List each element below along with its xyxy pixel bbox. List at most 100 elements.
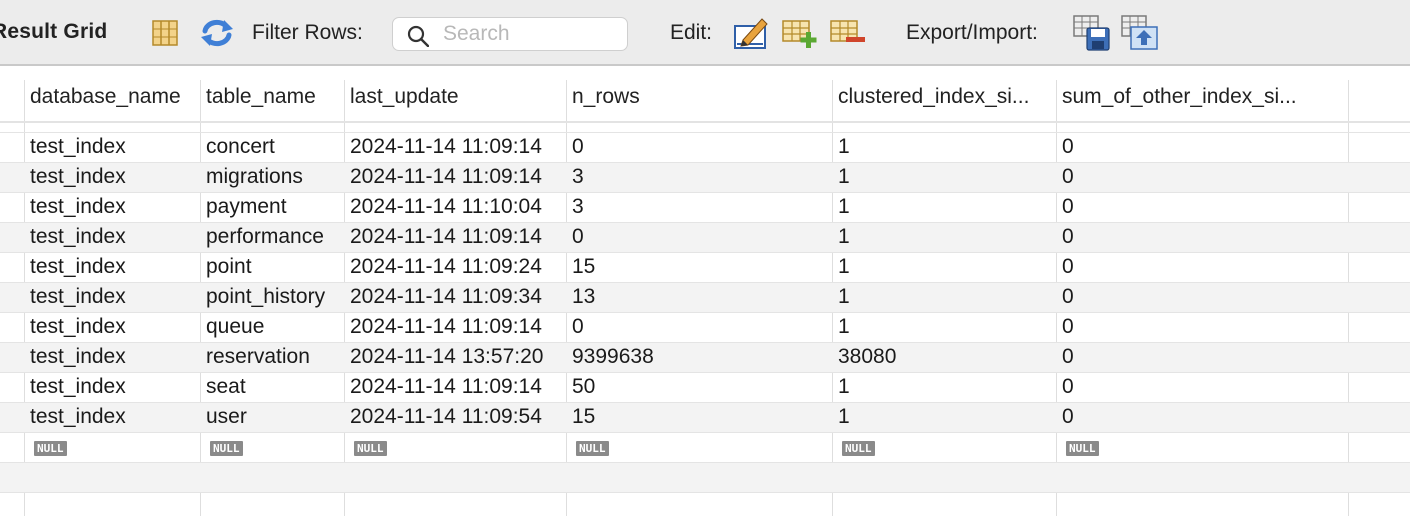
cell-n-rows[interactable]: 9399638 (572, 345, 654, 369)
null-badge: NULL (210, 441, 243, 456)
cell-database-name[interactable]: test_index (30, 255, 126, 279)
cell-n-rows[interactable]: 15 (572, 255, 595, 279)
result-grid-title: Result Grid (0, 20, 108, 43)
cell-table-name[interactable]: payment (206, 195, 287, 219)
cell-n-rows[interactable]: 13 (572, 285, 595, 309)
cell-clustered-index-size[interactable]: 1 (838, 375, 850, 399)
cell-clustered-index-size[interactable]: 38080 (838, 345, 896, 369)
cell-n-rows[interactable]: 0 (572, 135, 584, 159)
cell-table-name[interactable]: user (206, 405, 247, 429)
cell-last-update[interactable]: 2024-11-14 11:09:34 (350, 285, 542, 309)
cell-database-name[interactable]: test_index (30, 135, 126, 159)
null-badge: NULL (354, 441, 387, 456)
cell-database-name[interactable]: test_index (30, 225, 126, 249)
cell-database-name[interactable]: test_index (30, 285, 126, 309)
table-row[interactable]: test_index seat 2024-11-14 11:09:14 50 1 0 (0, 372, 1410, 402)
cell-sum-of-other-index-sizes[interactable]: 0 (1062, 225, 1074, 249)
cell-clustered-index-size[interactable]: 1 (838, 165, 850, 189)
table-row[interactable]: test_index migrations 2024-11-14 11:09:14 3… (0, 162, 1410, 192)
cell-sum-of-other-index-sizes[interactable]: 0 (1062, 315, 1074, 339)
export-save-icon[interactable] (1073, 15, 1111, 51)
add-row-icon[interactable] (782, 19, 818, 49)
cell-last-update[interactable]: 2024-11-14 11:09:54 (350, 405, 542, 429)
cell-last-update[interactable]: 2024-11-14 11:09:14 (350, 165, 542, 189)
cell-last-update[interactable]: 2024-11-14 11:09:24 (350, 255, 542, 279)
cell-sum-of-other-index-sizes[interactable]: 0 (1062, 285, 1074, 309)
refresh-icon[interactable] (200, 18, 234, 48)
cell-table-name[interactable]: performance (206, 225, 324, 249)
cell-table-name[interactable]: seat (206, 375, 246, 399)
cell-table-name[interactable]: point (206, 255, 252, 279)
column-header-sum-of-other-index-sizes[interactable]: sum_of_other_index_si... (1062, 85, 1346, 109)
cell-sum-of-other-index-sizes[interactable]: 0 (1062, 345, 1074, 369)
cell-clustered-index-size[interactable]: 1 (838, 225, 850, 249)
cell-database-name[interactable]: test_index (30, 165, 126, 189)
edit-label: Edit: (670, 21, 713, 44)
cell-table-name[interactable]: concert (206, 135, 275, 159)
cell-clustered-index-size[interactable]: 1 (838, 285, 850, 309)
cell-database-name[interactable]: test_index (30, 195, 126, 219)
delete-row-icon[interactable] (830, 19, 866, 49)
column-header-n-rows[interactable]: n_rows (572, 85, 830, 109)
cell-last-update[interactable]: 2024-11-14 11:09:14 (350, 135, 542, 159)
cell-database-name[interactable]: test_index (30, 375, 126, 399)
cell-clustered-index-size[interactable]: 1 (838, 405, 850, 429)
cell-n-rows[interactable]: 3 (572, 195, 584, 219)
cell-database-name[interactable]: test_index (30, 405, 126, 429)
table-row[interactable]: test_index user 2024-11-14 11:09:54 15 1 0 (0, 402, 1410, 432)
cell-sum-of-other-index-sizes[interactable]: 0 (1062, 135, 1074, 159)
cell-sum-of-other-index-sizes[interactable]: 0 (1062, 195, 1074, 219)
empty-row (0, 462, 1410, 492)
cell-database-name[interactable]: test_index (30, 315, 126, 339)
cell-n-rows[interactable]: 0 (572, 225, 584, 249)
null-badge: NULL (34, 441, 67, 456)
export-import-label: Export/Import: (906, 21, 1038, 44)
cell-sum-of-other-index-sizes[interactable]: 0 (1062, 405, 1074, 429)
table-row[interactable]: test_index point_history 2024-11-14 11:09:… (0, 282, 1410, 312)
cell-last-update[interactable]: 2024-11-14 11:09:14 (350, 225, 542, 249)
filter-search-box[interactable] (392, 17, 628, 51)
cell-clustered-index-size[interactable]: 1 (838, 135, 850, 159)
null-badge: NULL (576, 441, 609, 456)
result-grid: database_name table_name last_update n_r… (0, 66, 1410, 516)
cell-last-update[interactable]: 2024-11-14 11:09:14 (350, 315, 542, 339)
empty-row (0, 492, 1410, 522)
cell-n-rows[interactable]: 3 (572, 165, 584, 189)
cell-table-name[interactable]: reservation (206, 345, 310, 369)
table-row[interactable]: test_index point 2024-11-14 11:09:24 15 1 0 (0, 252, 1410, 282)
cell-table-name[interactable]: migrations (206, 165, 303, 189)
header-divider (0, 121, 1410, 123)
cell-last-update[interactable]: 2024-11-14 11:09:14 (350, 375, 542, 399)
cell-clustered-index-size[interactable]: 1 (838, 255, 850, 279)
cell-database-name[interactable]: test_index (30, 345, 126, 369)
pencil-edit-icon[interactable] (733, 16, 769, 50)
cell-table-name[interactable]: queue (206, 315, 264, 339)
search-icon (407, 25, 429, 47)
table-row[interactable]: test_index payment 2024-11-14 11:10:04 3 1 0 (0, 192, 1410, 222)
search-input[interactable] (443, 22, 613, 46)
column-header-table-name[interactable]: table_name (206, 85, 342, 109)
cell-sum-of-other-index-sizes[interactable]: 0 (1062, 165, 1074, 189)
table-row[interactable]: test_index concert 2024-11-14 11:09:14 0 1 0 (0, 132, 1410, 162)
column-header-database-name[interactable]: database_name (30, 85, 198, 109)
filter-rows-label: Filter Rows: (252, 21, 363, 44)
table-row[interactable]: test_index performance 2024-11-14 11:09:14… (0, 222, 1410, 252)
cell-last-update[interactable]: 2024-11-14 13:57:20 (350, 345, 543, 369)
column-header-last-update[interactable]: last_update (350, 85, 564, 109)
cell-n-rows[interactable]: 0 (572, 315, 584, 339)
column-header-clustered-index-size[interactable]: clustered_index_si... (838, 85, 1054, 109)
result-grid-toolbar: Result Grid Filter Rows: Edit: (0, 0, 1410, 66)
cell-sum-of-other-index-sizes[interactable]: 0 (1062, 375, 1074, 399)
table-row[interactable]: test_index reservation 2024-11-14 13:57:20… (0, 342, 1410, 372)
cell-n-rows[interactable]: 15 (572, 405, 595, 429)
table-row[interactable]: test_index queue 2024-11-14 11:09:14 0 1 0 (0, 312, 1410, 342)
cell-sum-of-other-index-sizes[interactable]: 0 (1062, 255, 1074, 279)
cell-table-name[interactable]: point_history (206, 285, 325, 309)
cell-n-rows[interactable]: 50 (572, 375, 595, 399)
cell-clustered-index-size[interactable]: 1 (838, 195, 850, 219)
cell-clustered-index-size[interactable]: 1 (838, 315, 850, 339)
column-toggle-icon[interactable] (152, 20, 178, 46)
import-icon[interactable] (1121, 15, 1159, 51)
cell-last-update[interactable]: 2024-11-14 11:10:04 (350, 195, 542, 219)
new-row-placeholder[interactable]: NULL NULL NULL NULL NULL NULL (0, 432, 1410, 462)
